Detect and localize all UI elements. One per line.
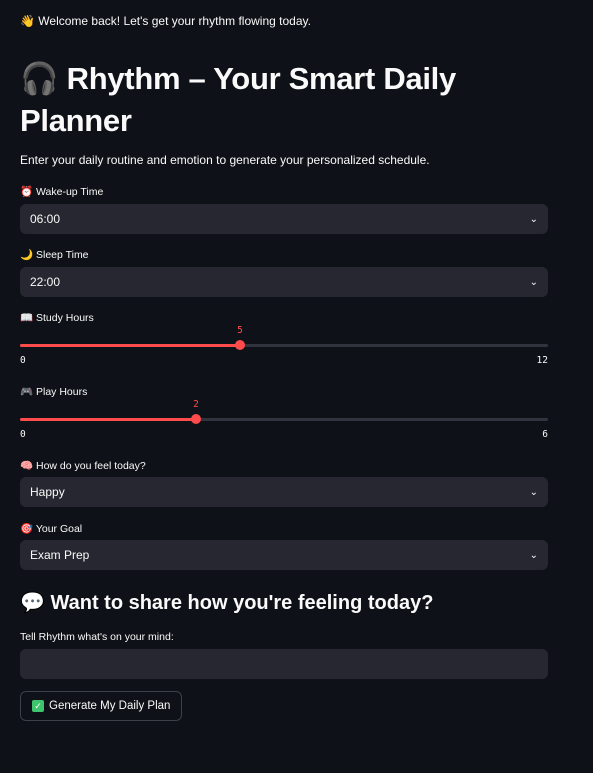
slider-value: 2 (193, 399, 199, 410)
title-text: Rhythm – Your Smart Daily Planner (20, 61, 456, 138)
wake-time-select[interactable]: 06:00 ⌄ (20, 204, 548, 234)
sleep-label-text: Sleep Time (36, 249, 89, 261)
speech-bubble-icon: 💬 (20, 592, 45, 614)
slider-max: 6 (542, 429, 548, 440)
mood-value: Happy (30, 485, 65, 499)
wave-icon: 👋 (20, 14, 35, 28)
goal-value: Exam Prep (30, 548, 90, 562)
page-title: 🎧 Rhythm – Your Smart Daily Planner (20, 58, 540, 142)
alarm-clock-icon: ⏰ (20, 186, 34, 198)
play-hours-slider[interactable]: 2 (20, 399, 548, 424)
page-subtitle: Enter your daily routine and emotion to … (20, 153, 430, 167)
slider-max: 12 (536, 355, 548, 366)
slider-thumb[interactable] (235, 340, 245, 350)
slider-min: 0 (20, 429, 26, 440)
moon-icon: 🌙 (20, 249, 34, 261)
goal-label: 🎯 Your Goal (20, 522, 82, 535)
slider-fill (20, 418, 196, 421)
sleep-time-value: 22:00 (30, 275, 61, 289)
play-label: 🎮 Play Hours (20, 385, 87, 398)
welcome-message: 👋 Welcome back! Let's get your rhythm fl… (20, 14, 311, 28)
sleep-label: 🌙 Sleep Time (20, 248, 89, 261)
study-hours-slider[interactable]: 5 (20, 325, 548, 350)
study-label: 📖 Study Hours (20, 311, 94, 324)
goal-label-text: Your Goal (35, 523, 83, 535)
share-label: Tell Rhythm what's on your mind: (20, 631, 174, 643)
brain-icon: 🧠 (20, 460, 34, 472)
wake-label-text: Wake-up Time (36, 186, 104, 198)
slider-fill (20, 344, 240, 347)
headphones-icon: 🎧 (20, 61, 59, 96)
share-heading: 💬 Want to share how you're feeling today… (20, 590, 433, 615)
feel-label: 🧠 How do you feel today? (20, 459, 146, 472)
sleep-time-select[interactable]: 22:00 ⌄ (20, 267, 548, 297)
generate-plan-label: Generate My Daily Plan (49, 700, 171, 712)
mind-text-input[interactable] (20, 649, 548, 679)
target-icon: 🎯 (20, 523, 34, 535)
study-label-text: Study Hours (36, 312, 94, 324)
wake-time-value: 06:00 (30, 212, 61, 226)
feel-label-text: How do you feel today? (36, 460, 146, 472)
share-heading-text: Want to share how you're feeling today? (50, 592, 434, 614)
slider-thumb[interactable] (191, 414, 201, 424)
mood-select[interactable]: Happy ⌄ (20, 477, 548, 507)
chevron-down-icon: ⌄ (529, 486, 538, 498)
goal-select[interactable]: Exam Prep ⌄ (20, 540, 548, 570)
slider-value: 5 (237, 325, 243, 336)
chevron-down-icon: ⌄ (529, 213, 538, 225)
game-controller-icon: 🎮 (20, 386, 34, 398)
generate-plan-button[interactable]: ✓ Generate My Daily Plan (20, 691, 183, 721)
welcome-text: Welcome back! Let's get your rhythm flow… (38, 14, 311, 28)
chevron-down-icon: ⌄ (529, 549, 538, 561)
wake-label: ⏰ Wake-up Time (20, 185, 103, 198)
slider-min: 0 (20, 355, 26, 366)
chevron-down-icon: ⌄ (529, 276, 538, 288)
check-mark-icon: ✓ (32, 700, 44, 712)
play-label-text: Play Hours (36, 386, 88, 398)
book-icon: 📖 (20, 312, 34, 324)
